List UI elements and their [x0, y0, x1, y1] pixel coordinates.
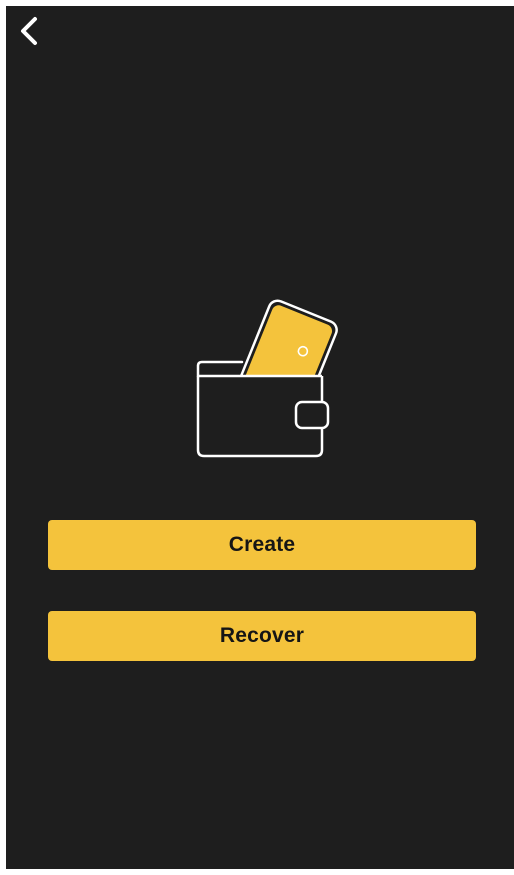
wallet-setup-screen: Create Recover [6, 6, 514, 869]
chevron-left-icon [21, 17, 37, 45]
recover-button[interactable]: Recover [48, 611, 476, 661]
create-button[interactable]: Create [48, 520, 476, 570]
back-button[interactable] [14, 12, 44, 50]
wallet-with-card-icon [196, 299, 338, 458]
